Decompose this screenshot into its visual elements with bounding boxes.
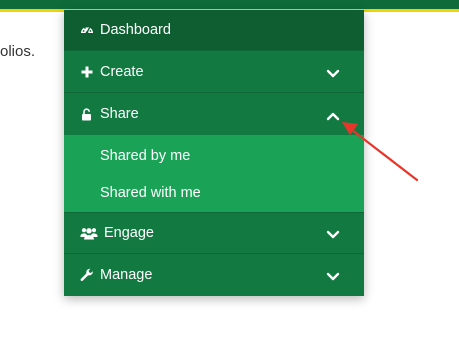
menu-item-label: Create: [100, 63, 144, 80]
users-icon: [80, 226, 98, 240]
menu-item-label: Share: [100, 106, 139, 122]
share-collapse-chevron[interactable]: [326, 111, 340, 121]
wrench-icon: [80, 268, 94, 282]
dashboard-gauge-icon: [80, 23, 94, 37]
chevron-down-icon[interactable]: [326, 69, 340, 79]
menu-item-dashboard[interactable]: Dashboard: [64, 10, 364, 51]
dropdown-menu: Dashboard Create Share Shared by me Shar…: [64, 10, 364, 296]
background-text: olios.: [0, 43, 36, 60]
menu-item-label: Dashboard: [100, 22, 171, 38]
submenu-item-shared-with-me[interactable]: Shared with me: [64, 174, 364, 212]
share-submenu: Shared by me Shared with me: [64, 135, 364, 212]
menu-item-manage[interactable]: Manage: [64, 254, 364, 296]
menu-item-label: Manage: [100, 267, 153, 283]
menu-item-engage[interactable]: Engage: [64, 212, 364, 254]
chevron-down-icon[interactable]: [326, 230, 340, 240]
submenu-item-shared-by-me[interactable]: Shared by me: [64, 135, 364, 174]
chevron-down-icon[interactable]: [326, 272, 340, 282]
menu-item-share[interactable]: Share: [64, 93, 364, 135]
plus-icon: [80, 65, 94, 79]
menu-item-create[interactable]: Create: [64, 51, 364, 93]
unlock-icon: [80, 107, 94, 121]
menu-item-label: Engage: [104, 225, 154, 241]
page: olios. Dashboard Create Share Shared by …: [0, 0, 459, 351]
